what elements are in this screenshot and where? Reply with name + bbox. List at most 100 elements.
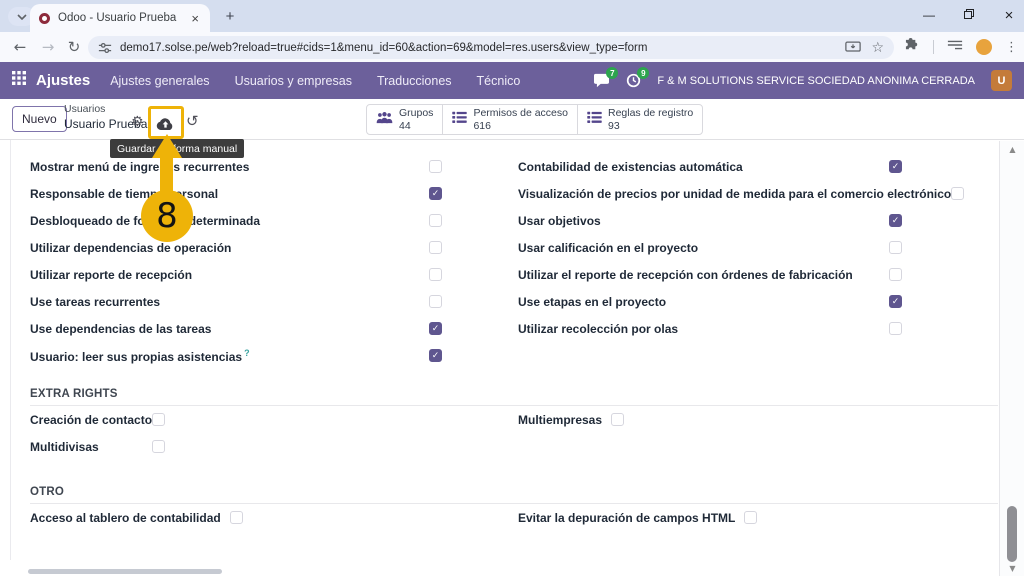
section-field-multidivisas: Multidivisas bbox=[30, 440, 165, 454]
stat-button-reglas-de-registro[interactable]: Reglas de registro93 bbox=[577, 104, 703, 135]
url-text[interactable]: demo17.solse.pe/web?reload=true#cids=1&m… bbox=[120, 42, 835, 54]
section-field-multiempresas: Multiempresas bbox=[518, 406, 624, 433]
checkbox-utilizar-recoleccion-por-olas[interactable] bbox=[889, 322, 902, 335]
restore-icon bbox=[964, 9, 974, 19]
user-avatar[interactable]: U bbox=[991, 70, 1012, 91]
list-icon bbox=[452, 111, 467, 129]
field-label-visualizacion-de-precios-por-unidad-de-medida-para-el-comercio-electronico: Visualización de precios por unidad de m… bbox=[518, 187, 951, 201]
field-label-contabilidad-de-existencias-automatica: Contabilidad de existencias automática bbox=[518, 160, 743, 174]
menu-item-tecnico[interactable]: Técnico bbox=[477, 74, 521, 88]
checkbox-visualizacion-de-precios-por-unidad-de-medida-para-el-comercio-electronico[interactable] bbox=[951, 187, 964, 200]
section-field-creacion-de-contacto: Creación de contacto bbox=[30, 413, 165, 427]
discard-undo-icon[interactable]: ↺ bbox=[186, 112, 199, 130]
bookmark-star-icon[interactable]: ☆ bbox=[871, 40, 884, 56]
checkbox-usuario-leer-sus-propias-asistencias[interactable]: ✓ bbox=[429, 349, 442, 362]
company-name[interactable]: F & M SOLUTIONS SERVICE SOCIEDAD ANONIMA… bbox=[657, 75, 975, 87]
checkbox-use-etapas-en-el-proyecto[interactable]: ✓ bbox=[889, 295, 902, 308]
browser-titlebar: Odoo - Usuario Prueba × + — × bbox=[0, 0, 1024, 32]
forward-icon[interactable]: → bbox=[36, 35, 60, 59]
checkbox-responsable-de-tiempo-personal[interactable]: ✓ bbox=[429, 187, 442, 200]
scroll-down-icon[interactable]: ▼ bbox=[1000, 564, 1024, 573]
menu-item-ajustes-generales[interactable]: Ajustes generales bbox=[110, 74, 209, 88]
section-otro: OTROAcceso al tablero de contabilidadEvi… bbox=[30, 486, 998, 531]
address-bar[interactable]: demo17.solse.pe/web?reload=true#cids=1&m… bbox=[88, 36, 894, 59]
apps-grid-icon[interactable] bbox=[12, 71, 26, 90]
menu-item-usuarios-y-empresas[interactable]: Usuarios y empresas bbox=[235, 74, 352, 88]
vertical-scrollbar[interactable]: ▲ ▼ bbox=[999, 141, 1024, 576]
sidebar-icon[interactable] bbox=[947, 38, 963, 56]
checkbox-usar-objetivos[interactable]: ✓ bbox=[889, 214, 902, 227]
scroll-up-icon[interactable]: ▲ bbox=[1000, 145, 1024, 154]
checkbox-mostrar-menu-de-ingresos-recurrentes[interactable] bbox=[429, 160, 442, 173]
minimize-button[interactable]: — bbox=[922, 8, 936, 22]
field-label-multidivisas: Multidivisas bbox=[30, 440, 143, 454]
site-info-icon[interactable] bbox=[98, 41, 112, 55]
checkbox-creacion-de-contacto[interactable] bbox=[152, 413, 165, 426]
section-row: Creación de contacto Multiempresas bbox=[30, 406, 998, 433]
new-button[interactable]: Nuevo bbox=[12, 106, 67, 132]
field-label-usar-objetivos: Usar objetivos bbox=[518, 214, 601, 228]
odoo-favicon-icon bbox=[39, 13, 50, 24]
form-row-visualizacion-de-precios-por-unidad-de-medida-para-el-comercio-electronico: Visualización de precios por unidad de m… bbox=[518, 180, 902, 207]
checkbox-use-tareas-recurrentes[interactable] bbox=[429, 295, 442, 308]
checkbox-evitar-la-depuracion-de-campos-html[interactable] bbox=[744, 511, 757, 524]
checkbox-multiempresas[interactable] bbox=[611, 413, 624, 426]
browser-tab[interactable]: Odoo - Usuario Prueba × bbox=[30, 4, 210, 32]
checkbox-multidivisas[interactable] bbox=[152, 440, 165, 453]
tab-title: Odoo - Usuario Prueba bbox=[58, 12, 189, 24]
field-label-creacion-de-contacto: Creación de contacto bbox=[30, 413, 143, 427]
checkbox-utilizar-el-reporte-de-recepcion-con-ordenes-de-fabricacion[interactable] bbox=[889, 268, 902, 281]
chat-button[interactable]: 7 bbox=[593, 73, 610, 88]
checkbox-usar-calificacion-en-el-proyecto[interactable] bbox=[889, 241, 902, 254]
checkbox-contabilidad-de-existencias-automatica[interactable]: ✓ bbox=[889, 160, 902, 173]
field-label-utilizar-dependencias-de-operacion: Utilizar dependencias de operación bbox=[30, 241, 231, 255]
odoo-menu: Ajustes generales Usuarios y empresas Trad… bbox=[110, 74, 520, 88]
profile-avatar[interactable] bbox=[976, 39, 992, 55]
section-row: Acceso al tablero de contabilidadEvitar … bbox=[30, 504, 998, 531]
right-column: Contabilidad de existencias automática ✓ V… bbox=[518, 153, 902, 342]
gear-icon[interactable]: ⚙ bbox=[131, 114, 144, 130]
field-label-mostrar-menu-de-ingresos-recurrentes: Mostrar menú de ingresos recurrentes bbox=[30, 160, 249, 174]
sheet-border bbox=[10, 140, 11, 560]
section-title: OTRO bbox=[30, 486, 998, 504]
checkbox-utilizar-reporte-de-recepcion[interactable] bbox=[429, 268, 442, 281]
form-row-responsable-de-tiempo-personal: Responsable de tiempo personal✓ bbox=[30, 180, 442, 207]
annotation-arrow bbox=[160, 156, 173, 194]
extensions-icon[interactable] bbox=[905, 37, 920, 57]
field-label-usar-calificacion-en-el-proyecto: Usar calificación en el proyecto bbox=[518, 241, 698, 255]
save-highlight-box bbox=[148, 106, 184, 139]
form-row-utilizar-dependencias-de-operacion: Utilizar dependencias de operación bbox=[30, 234, 442, 261]
field-label-utilizar-el-reporte-de-recepcion-con-ordenes-de-fabricacion: Utilizar el reporte de recepción con órd… bbox=[518, 268, 853, 282]
field-label-utilizar-recoleccion-por-olas: Utilizar recolección por olas bbox=[518, 322, 678, 336]
checkbox-desbloqueado-de-forma-predeterminada[interactable] bbox=[429, 214, 442, 227]
activity-button[interactable]: 9 bbox=[626, 73, 641, 88]
horizontal-scrollbar-thumb[interactable] bbox=[28, 569, 222, 574]
new-tab-button[interactable]: + bbox=[220, 6, 240, 26]
menu-item-traducciones[interactable]: Traducciones bbox=[377, 74, 452, 88]
stat-button-permisos-de-acceso[interactable]: Permisos de acceso616 bbox=[442, 104, 578, 135]
tab-close-icon[interactable]: × bbox=[189, 11, 201, 26]
field-label-multiempresas: Multiempresas bbox=[518, 413, 602, 427]
form-row-desbloqueado-de-forma-predeterminada: Desbloqueado de forma predeterminada bbox=[30, 207, 442, 234]
field-label-use-tareas-recurrentes: Use tareas recurrentes bbox=[30, 295, 160, 309]
install-app-icon[interactable] bbox=[845, 41, 861, 54]
checkbox-use-dependencias-de-las-tareas[interactable]: ✓ bbox=[429, 322, 442, 335]
left-column: Mostrar menú de ingresos recurrentes Resp… bbox=[30, 153, 442, 369]
form-row-utilizar-el-reporte-de-recepcion-con-ordenes-de-fabricacion: Utilizar el reporte de recepción con órd… bbox=[518, 261, 902, 288]
form-row-use-dependencias-de-las-tareas: Use dependencias de las tareas✓ bbox=[30, 315, 442, 342]
stat-text: Permisos de acceso616 bbox=[473, 107, 568, 132]
stat-value: 44 bbox=[399, 120, 433, 133]
back-icon[interactable]: ← bbox=[8, 35, 32, 59]
toolbar-right: ⋮ bbox=[905, 33, 1018, 61]
field-label-use-etapas-en-el-proyecto: Use etapas en el proyecto bbox=[518, 295, 666, 309]
scrollbar-thumb[interactable] bbox=[1007, 506, 1017, 562]
app-name[interactable]: Ajustes bbox=[36, 72, 90, 89]
refresh-icon[interactable]: ↻ bbox=[62, 35, 86, 59]
checkbox-utilizar-dependencias-de-operacion[interactable] bbox=[429, 241, 442, 254]
help-icon[interactable]: ? bbox=[244, 348, 250, 358]
stat-button-grupos[interactable]: Grupos44 bbox=[366, 104, 443, 135]
checkbox-acceso-al-tablero-de-contabilidad[interactable] bbox=[230, 511, 243, 524]
restore-button[interactable] bbox=[962, 8, 976, 22]
close-button[interactable]: × bbox=[1002, 7, 1016, 24]
browser-menu-icon[interactable]: ⋮ bbox=[1005, 40, 1018, 55]
